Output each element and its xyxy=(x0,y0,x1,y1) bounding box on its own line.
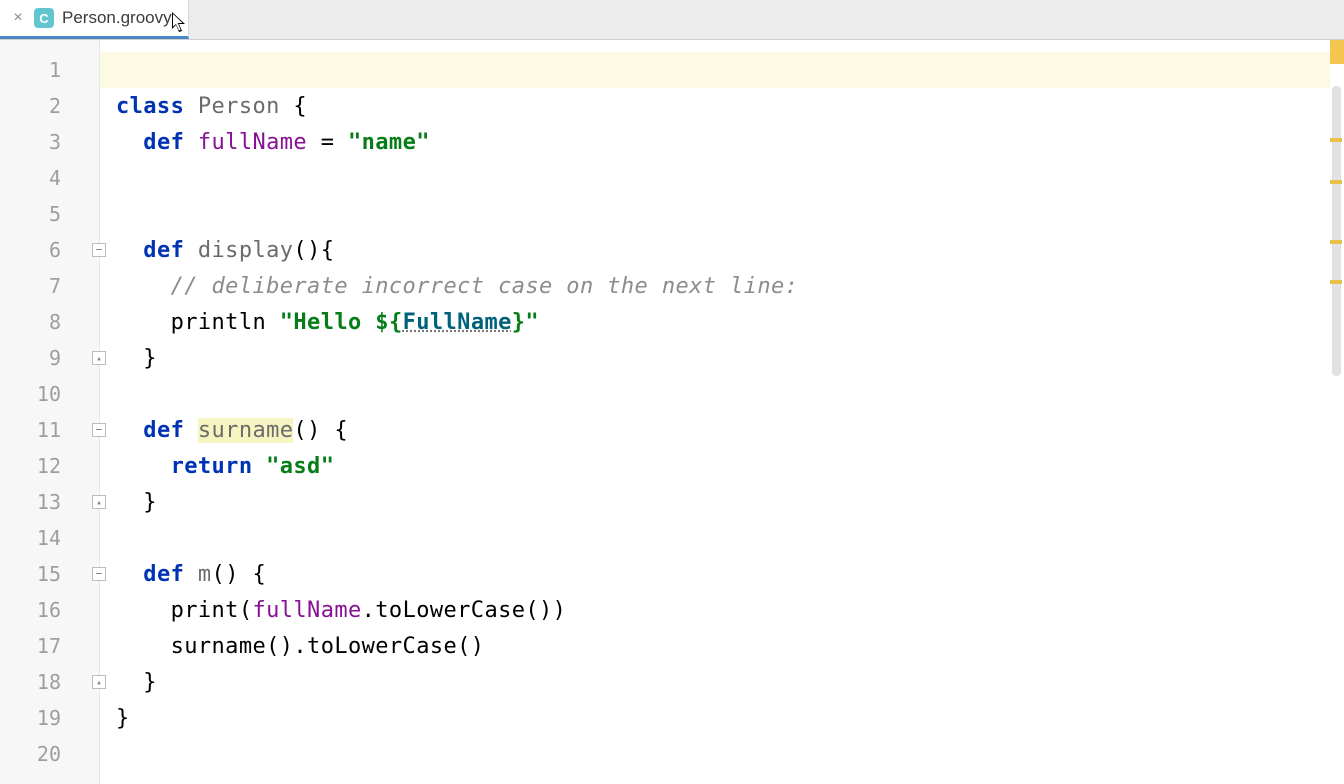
code-line[interactable]: def surname() { xyxy=(116,412,1344,448)
code-line[interactable]: surname().toLowerCase() xyxy=(116,628,1344,664)
warning-marker[interactable] xyxy=(1330,280,1342,284)
line-number: 15 xyxy=(0,556,99,592)
code-line[interactable]: } xyxy=(116,664,1344,700)
code-line[interactable]: def fullName = "name" xyxy=(116,124,1344,160)
line-number: 7 xyxy=(0,268,99,304)
code-line[interactable] xyxy=(100,52,1344,88)
line-number: 6 xyxy=(0,232,99,268)
code-line[interactable]: // deliberate incorrect case on the next… xyxy=(116,268,1344,304)
code-line[interactable]: def m() { xyxy=(116,556,1344,592)
scrollbar-thumb[interactable] xyxy=(1332,86,1341,376)
code-line[interactable] xyxy=(116,376,1344,412)
line-number: 14 xyxy=(0,520,99,556)
line-number: 16 xyxy=(0,592,99,628)
line-number: 10 xyxy=(0,376,99,412)
code-line[interactable] xyxy=(116,520,1344,556)
code-line[interactable]: print(fullName.toLowerCase()) xyxy=(116,592,1344,628)
line-number: 4 xyxy=(0,160,99,196)
line-number: 12 xyxy=(0,448,99,484)
file-type-icon: C xyxy=(34,8,54,28)
code-line[interactable]: def display(){ xyxy=(116,232,1344,268)
warning-marker[interactable] xyxy=(1330,138,1342,142)
code-line[interactable]: } xyxy=(116,484,1344,520)
line-number: 2 xyxy=(0,88,99,124)
tab-filename: Person.groovy xyxy=(62,8,172,28)
code-line[interactable] xyxy=(116,160,1344,196)
code-area[interactable]: class Person { def fullName = "name" def… xyxy=(100,40,1344,784)
status-stripe[interactable] xyxy=(1330,40,1344,784)
close-icon[interactable]: × xyxy=(10,10,26,26)
code-line[interactable]: } xyxy=(116,340,1344,376)
line-number: 8 xyxy=(0,304,99,340)
line-number: 18 xyxy=(0,664,99,700)
line-number: 20 xyxy=(0,736,99,772)
warning-marker[interactable] xyxy=(1330,240,1342,244)
tab-bar: × C Person.groovy xyxy=(0,0,1344,40)
analysis-status-icon[interactable] xyxy=(1330,40,1344,64)
gutter: 1 2 3 4 5 6 7 8 9 10 11 12 13 14 15 16 1… xyxy=(0,40,100,784)
code-line[interactable] xyxy=(116,736,1344,772)
code-line[interactable]: println "Hello ${FullName}" xyxy=(116,304,1344,340)
line-number: 11 xyxy=(0,412,99,448)
line-number: 5 xyxy=(0,196,99,232)
warning-marker[interactable] xyxy=(1330,180,1342,184)
code-line[interactable]: class Person { xyxy=(116,88,1344,124)
code-line[interactable]: return "asd" xyxy=(116,448,1344,484)
line-number: 3 xyxy=(0,124,99,160)
line-number: 1 xyxy=(0,52,99,88)
line-number: 13 xyxy=(0,484,99,520)
line-number: 17 xyxy=(0,628,99,664)
editor[interactable]: 1 2 3 4 5 6 7 8 9 10 11 12 13 14 15 16 1… xyxy=(0,40,1344,784)
line-number: 19 xyxy=(0,700,99,736)
line-number: 9 xyxy=(0,340,99,376)
code-line[interactable] xyxy=(116,196,1344,232)
code-line[interactable]: } xyxy=(116,700,1344,736)
tab-person-groovy[interactable]: × C Person.groovy xyxy=(0,0,189,39)
